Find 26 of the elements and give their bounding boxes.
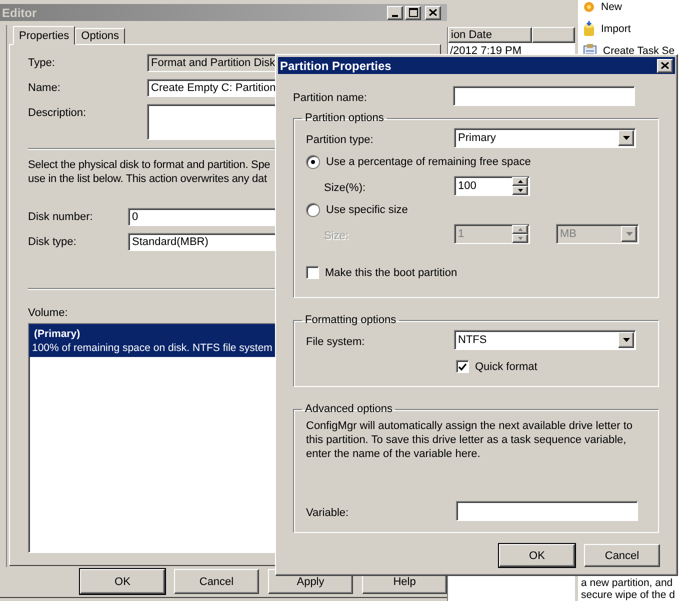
help-text: ConfigMgr will automatically assign the next available drive letter to this partition. To save this drive letter as a task sequence variable, enter the name of the variable here.	[306, 419, 634, 461]
field-label: Partition name:	[293, 90, 368, 104]
window-title: Editor	[2, 6, 37, 20]
list-cell-text: /2012 7:19 PM	[449, 44, 523, 59]
option-label: Use specific size	[326, 204, 408, 216]
field-label: Volume:	[28, 307, 68, 319]
field-label: Description:	[28, 106, 88, 119]
option-label: Use a percentage of remaining free space	[326, 156, 531, 168]
field-label: Disk type:	[28, 235, 78, 248]
field-label: Disk number:	[28, 210, 94, 223]
instruction-text: use in the list below. This action overwrites any dat	[28, 172, 267, 186]
group-title: Formatting options	[304, 314, 398, 326]
group-title: Advanced options	[304, 403, 394, 415]
option-label: Quick format	[475, 360, 538, 372]
field-label: Name:	[28, 81, 62, 94]
field-label: Variable:	[306, 506, 350, 518]
option-label: Make this the boot partition	[325, 266, 458, 278]
field-label: File system:	[306, 334, 366, 348]
field-label: Type:	[28, 56, 56, 69]
description-text: a new partition, and	[580, 577, 674, 589]
instruction-text: Select the physical disk to format and partition. Spe	[28, 158, 270, 172]
field-label: Size(%):	[323, 180, 367, 194]
group-title: Partition options	[304, 112, 385, 124]
description-text: secure wipe of the d	[580, 589, 676, 601]
field-label: Partition type:	[306, 132, 374, 146]
window-title: Partition Properties	[280, 58, 392, 72]
